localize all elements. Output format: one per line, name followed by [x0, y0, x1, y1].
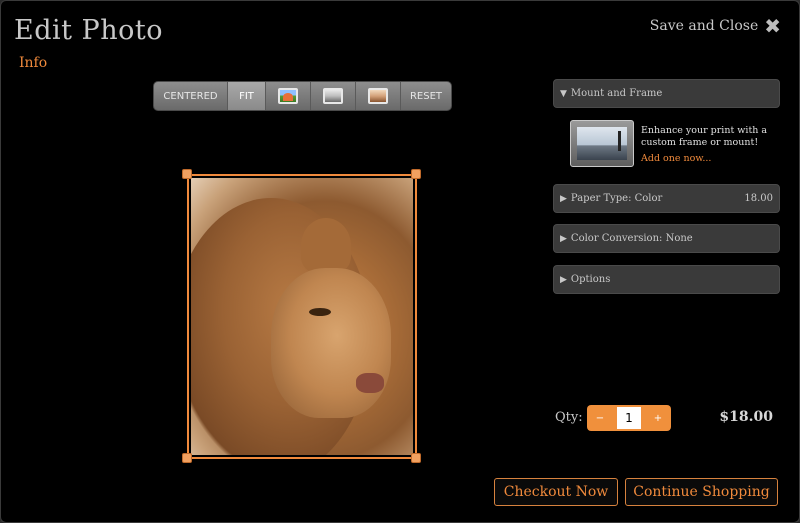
color-conversion-panel[interactable]: ▶ Color Conversion: None	[553, 224, 780, 253]
fit-button[interactable]: FIT	[228, 82, 266, 110]
frame-promo: Enhance your print with a custom frame o…	[570, 120, 780, 170]
quantity-stepper: − +	[587, 405, 671, 431]
sepia-mode-button[interactable]	[356, 82, 401, 110]
paper-type-price: 18.00	[744, 193, 773, 204]
crop-handle-top-left[interactable]	[182, 169, 192, 179]
options-label: Options	[570, 274, 611, 285]
page-title: Edit Photo	[14, 15, 163, 46]
centered-button[interactable]: CENTERED	[154, 82, 228, 110]
crop-handle-bottom-left[interactable]	[182, 453, 192, 463]
paper-type-panel[interactable]: ▶ Paper Type: Color 18.00	[553, 184, 780, 213]
crop-handle-bottom-right[interactable]	[411, 453, 421, 463]
photo-ear	[301, 218, 351, 273]
paper-type-label: Paper Type: Color	[570, 193, 663, 204]
reset-button[interactable]: RESET	[401, 82, 451, 110]
color-mode-button[interactable]	[266, 82, 311, 110]
sepia-mode-icon	[368, 88, 388, 104]
decrease-quantity-button[interactable]: −	[591, 409, 609, 427]
mount-and-frame-panel[interactable]: ▼ Mount and Frame	[553, 79, 780, 108]
photo-nose	[356, 373, 384, 393]
continue-shopping-button[interactable]: Continue Shopping	[625, 478, 778, 506]
info-link[interactable]: Info	[19, 55, 47, 71]
photo-face	[271, 268, 391, 418]
black-white-mode-icon	[323, 88, 343, 104]
crop-handle-top-right[interactable]	[411, 169, 421, 179]
add-frame-link[interactable]: Add one now...	[641, 153, 711, 164]
framed-print-icon	[570, 120, 634, 167]
color-conversion-label: Color Conversion: None	[570, 233, 693, 244]
checkout-now-button[interactable]: Checkout Now	[494, 478, 618, 506]
photo-preview	[191, 178, 413, 455]
color-mode-icon	[278, 88, 298, 104]
collapsed-arrow-icon: ▶	[560, 274, 567, 285]
total-price: $18.00	[719, 409, 773, 425]
edit-photo-dialog: Edit Photo Info Save and Close ✖ CENTERE…	[0, 0, 800, 523]
promo-text: Enhance your print with a custom frame o…	[641, 125, 768, 148]
mount-and-frame-label: Mount and Frame	[570, 88, 663, 99]
expanded-arrow-icon: ▼	[560, 88, 567, 99]
photo-eye	[309, 308, 331, 316]
collapsed-arrow-icon: ▶	[560, 233, 567, 244]
qty-label: Qty:	[555, 410, 583, 425]
save-and-close-button[interactable]: Save and Close ✖	[649, 14, 781, 38]
crop-toolbar: CENTERED FIT RESET	[153, 81, 452, 111]
close-icon: ✖	[764, 14, 781, 38]
increase-quantity-button[interactable]: +	[649, 409, 667, 427]
save-and-close-label: Save and Close	[649, 18, 759, 34]
black-white-mode-button[interactable]	[311, 82, 356, 110]
quantity-input[interactable]	[617, 407, 641, 429]
options-panel[interactable]: ▶ Options	[553, 265, 780, 294]
collapsed-arrow-icon: ▶	[560, 193, 567, 204]
